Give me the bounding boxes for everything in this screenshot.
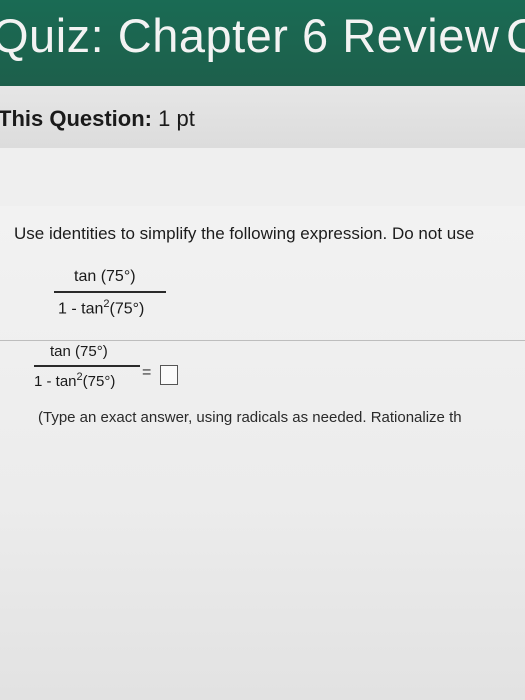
answer-denominator: 1 - tan2(75°)	[34, 371, 115, 390]
answer-input[interactable]	[160, 365, 178, 385]
denominator-suffix: (75°)	[109, 300, 145, 318]
expression-denominator: 1 - tan2(75°)	[58, 298, 144, 318]
expression-fraction: tan (75°) 1 - tan2(75°)	[54, 268, 174, 328]
expression-numerator: tan (75°)	[74, 268, 136, 285]
fraction-bar	[54, 291, 166, 293]
question-points: This Question: 1 pt	[0, 106, 195, 132]
answer-fraction: tan (75°) 1 - tan2(75°)	[34, 343, 144, 398]
quiz-title-overflow: C	[506, 9, 525, 62]
problem-instruction: Use identities to simplify the following…	[14, 224, 475, 243]
answer-hint: (Type an exact answer, using radicals as…	[38, 409, 462, 426]
equals-sign: =	[142, 364, 152, 381]
answer-denominator-suffix: (75°)	[82, 373, 116, 390]
section-divider	[0, 340, 525, 341]
answer-numerator: tan (75°)	[50, 343, 108, 360]
quiz-title: Quiz: Chapter 6 Review	[0, 9, 500, 62]
answer-denominator-prefix: 1 - tan	[34, 373, 77, 390]
quiz-header: Quiz: Chapter 6 Review C	[0, 0, 525, 86]
points-label: This Question:	[0, 106, 152, 131]
points-value: 1 pt	[158, 106, 195, 131]
answer-fraction-bar	[34, 365, 140, 367]
denominator-prefix: 1 - tan	[58, 300, 104, 318]
toolbar-band	[0, 148, 525, 207]
